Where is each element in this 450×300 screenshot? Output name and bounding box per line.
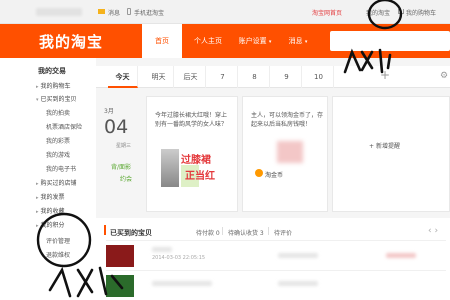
handwritten-scribble xyxy=(48,266,124,298)
handwriting-overlay xyxy=(36,0,403,298)
circle-mark xyxy=(36,212,92,268)
circle-mark xyxy=(367,0,403,30)
handwritten-scribble xyxy=(343,48,392,74)
